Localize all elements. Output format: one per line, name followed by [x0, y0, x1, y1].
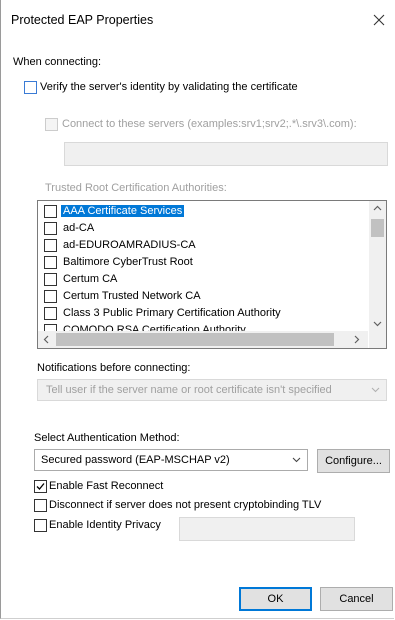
dialog-window: Protected EAP Properties When connecting…	[0, 0, 394, 619]
ok-button[interactable]: OK	[239, 587, 312, 611]
fast-reconnect-label[interactable]: Enable Fast Reconnect	[49, 480, 163, 492]
scroll-down-icon[interactable]	[373, 320, 382, 330]
vertical-scrollbar[interactable]	[369, 201, 386, 331]
close-icon	[373, 14, 385, 26]
verify-cert-label[interactable]: Verify the server's identity by validati…	[40, 81, 298, 93]
scroll-left-icon[interactable]	[43, 335, 49, 347]
list-item[interactable]: Certum Trusted Network CA	[38, 288, 366, 305]
auth-method-label: Select Authentication Method:	[34, 432, 180, 444]
list-item-label: Certum CA	[63, 273, 118, 285]
list-item-label: Baltimore CyberTrust Root	[63, 256, 193, 268]
scroll-up-icon[interactable]	[373, 204, 382, 214]
when-connecting-label: When connecting:	[13, 56, 102, 68]
cancel-button[interactable]: Cancel	[320, 587, 393, 611]
chevron-down-icon	[371, 384, 380, 396]
connect-servers-checkbox[interactable]	[45, 118, 58, 131]
notifications-value: Tell user if the server name or root cer…	[46, 384, 332, 396]
list-item[interactable]: Baltimore CyberTrust Root	[38, 254, 366, 271]
list-item[interactable]: Certum CA	[38, 271, 366, 288]
close-button[interactable]	[366, 9, 392, 31]
scroll-right-icon[interactable]	[354, 335, 360, 347]
fast-reconnect-checkbox[interactable]	[34, 480, 47, 493]
auth-method-select[interactable]: Secured password (EAP-MSCHAP v2)	[34, 449, 308, 471]
horizontal-scrollbar[interactable]	[38, 331, 368, 348]
dialog-body: When connecting: Verify the server's ide…	[1, 40, 394, 618]
notifications-label: Notifications before connecting:	[37, 362, 191, 374]
list-item[interactable]: AAA Certificate Services	[38, 203, 366, 220]
connect-servers-label: Connect to these servers (examples:srv1;…	[62, 118, 357, 130]
dialog-title: Protected EAP Properties	[11, 13, 154, 27]
list-item-label: Certum Trusted Network CA	[63, 290, 201, 302]
list-item-checkbox[interactable]	[44, 205, 57, 218]
title-bar: Protected EAP Properties	[1, 0, 394, 40]
list-item[interactable]: ad-EDUROAMRADIUS-CA	[38, 237, 366, 254]
list-item-checkbox[interactable]	[44, 273, 57, 286]
vertical-scroll-thumb[interactable]	[371, 219, 384, 237]
checkmark-icon	[36, 483, 45, 490]
list-item[interactable]: Class 3 Public Primary Certification Aut…	[38, 305, 366, 322]
list-item-label: ad-CA	[63, 222, 95, 234]
configure-button[interactable]: Configure...	[317, 449, 390, 473]
list-item-checkbox[interactable]	[44, 256, 57, 269]
disconnect-tlv-checkbox[interactable]	[34, 499, 47, 512]
trusted-roots-label: Trusted Root Certification Authorities:	[45, 182, 227, 194]
notifications-select[interactable]: Tell user if the server name or root cer…	[37, 379, 387, 401]
identity-privacy-input[interactable]	[179, 517, 355, 541]
trusted-roots-list[interactable]: AAA Certificate Services ad-CA ad-EDUROA…	[37, 200, 387, 349]
list-item-checkbox[interactable]	[44, 290, 57, 303]
list-item-label: ad-EDUROAMRADIUS-CA	[63, 239, 196, 251]
disconnect-tlv-label[interactable]: Disconnect if server does not present cr…	[49, 499, 321, 511]
list-item-checkbox[interactable]	[44, 307, 57, 320]
list-item[interactable]: ad-CA	[38, 220, 366, 237]
servers-input[interactable]	[64, 142, 388, 166]
identity-privacy-label[interactable]: Enable Identity Privacy	[49, 519, 161, 531]
list-item-checkbox[interactable]	[44, 222, 57, 235]
scrollbar-corner	[369, 331, 386, 348]
list-item-label: AAA Certificate Services	[61, 205, 185, 217]
verify-cert-checkbox[interactable]	[24, 81, 37, 94]
identity-privacy-checkbox[interactable]	[34, 519, 47, 532]
chevron-down-icon	[292, 454, 301, 466]
horizontal-scroll-thumb[interactable]	[56, 333, 334, 346]
list-item-checkbox[interactable]	[44, 239, 57, 252]
list-item-label: Class 3 Public Primary Certification Aut…	[63, 307, 281, 319]
auth-method-value: Secured password (EAP-MSCHAP v2)	[41, 454, 230, 466]
